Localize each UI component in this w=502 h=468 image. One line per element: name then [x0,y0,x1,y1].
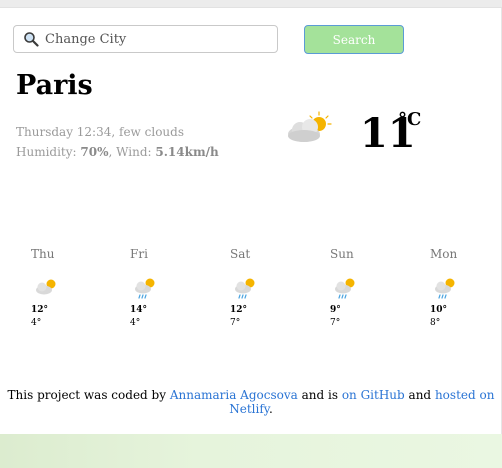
humidity-value: 70% [80,145,109,159]
weather-description: few clouds [119,125,184,139]
forecast-low: 7° [330,318,341,328]
forecast-low: 7° [230,318,241,328]
forecast-day-name: Sat [230,247,251,261]
forecast-day: Sat 12° 7° [230,247,300,328]
footer-text: This project was coded by [7,388,166,402]
forecast-high: 10° [430,305,448,315]
forecast-low: 8° [430,318,441,328]
forecast-row: Thu 12° 4° Fri 14° 4° Sat 12° 7° Sun 9° … [0,247,502,347]
forecast-day-name: Mon [430,247,458,261]
rain-icon [330,275,360,301]
forecast-high: 12° [31,305,49,315]
datetime-line: Thursday 12:34, few clouds [16,125,184,139]
forecast-low: 4° [31,318,42,328]
forecast-day: Thu 12° 4° [31,247,101,328]
footer-text: and [408,388,432,402]
wind-value: 5.14km/h [155,145,219,159]
forecast-day: Sun 9° 7° [330,247,400,328]
wind-label: Wind: [116,145,152,159]
datetime: Thursday 12:34 [16,125,112,139]
footer: This project was coded by Annamaria Agoc… [0,388,502,416]
few-clouds-icon [284,110,336,146]
footer-text: and is [301,388,338,402]
forecast-day: Mon 10° 8° [430,247,500,328]
weather-details: Thursday 12:34, few clouds Humidity: 70%… [16,122,219,162]
page-background-band [0,434,502,468]
forecast-high: 9° [330,305,341,315]
search-input[interactable] [45,31,265,47]
humidity-label: Humidity: [16,145,77,159]
city-name: Paris [16,70,93,101]
forecast-day-name: Thu [31,247,55,261]
forecast-high: 14° [130,305,148,315]
github-link[interactable]: on GitHub [342,388,405,402]
browser-top-strip [0,0,502,8]
forecast-day: Fri 14° 4° [130,247,200,328]
search-icon [23,30,41,48]
footer-text: . [268,402,273,416]
search-field[interactable] [13,25,278,53]
search-button[interactable]: Search [304,25,404,54]
humidity-wind-line: Humidity: 70%, Wind: 5.14km/h [16,145,219,159]
temperature-unit[interactable]: °C [398,109,421,130]
forecast-high: 12° [230,305,248,315]
rain-icon [230,275,260,301]
forecast-low: 4° [130,318,141,328]
author-link[interactable]: Annamaria Agocsova [170,388,298,402]
few-clouds-icon [31,275,61,301]
rain-icon [430,275,460,301]
forecast-day-name: Fri [130,247,148,261]
rain-icon [130,275,160,301]
forecast-day-name: Sun [330,247,354,261]
